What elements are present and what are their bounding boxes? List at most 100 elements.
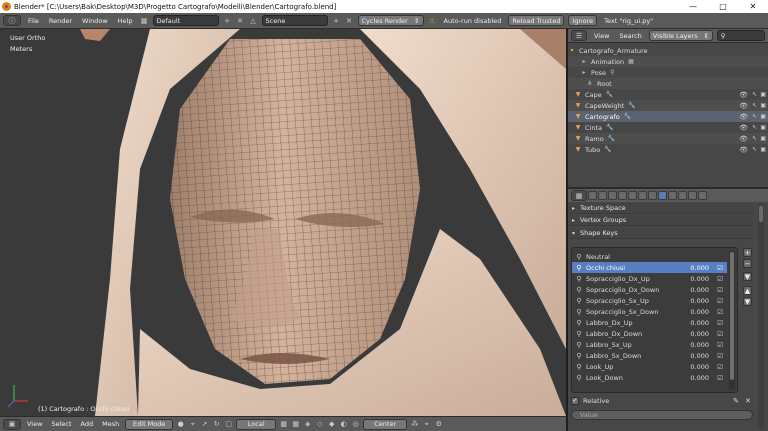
scale-icon[interactable]: ▢	[224, 420, 233, 429]
screen-layout-field[interactable]: Default	[152, 15, 219, 26]
snap-target-icon[interactable]: ⌖	[422, 420, 431, 429]
eye-icon[interactable]: 👁	[739, 102, 748, 110]
tab-object[interactable]	[628, 191, 637, 200]
cursor-icon[interactable]: ↖	[752, 146, 757, 153]
outliner-search-input[interactable]: ⚲	[716, 30, 765, 41]
rotate-icon[interactable]: ↻	[212, 420, 221, 429]
remove-scene-icon[interactable]: ✕	[345, 16, 354, 25]
mute-checkbox-icon[interactable]: ☑	[717, 363, 723, 371]
shape-key-value[interactable]: 0.000	[690, 330, 709, 338]
relative-checkbox[interactable]: ✓	[571, 396, 579, 405]
3d-viewport[interactable]: User Ortho Meters (1) Cartografo : Occhi…	[0, 29, 566, 416]
shape-key-value[interactable]: 0.000	[690, 286, 709, 294]
menu-file[interactable]: File	[25, 17, 42, 25]
eye-icon[interactable]: 👁	[739, 124, 748, 132]
outliner-row[interactable]: ▼ Ramo 🔧 👁 ↖ ▣	[568, 133, 768, 144]
editor-type-3d-button[interactable]: ▣	[3, 418, 21, 430]
mode-dropdown[interactable]: Edit Mode	[125, 418, 174, 430]
shading-solid-icon[interactable]: ●	[176, 420, 185, 429]
close-icon[interactable]: ✕	[738, 0, 768, 13]
outliner-view-menu[interactable]: View	[591, 32, 612, 40]
edge-select-icon[interactable]: ◇	[315, 420, 324, 429]
move-up-button[interactable]: ▲	[743, 286, 752, 295]
minimize-icon[interactable]: —	[678, 0, 708, 13]
panel-vertex-groups[interactable]: ▸ Vertex Groups	[570, 215, 753, 226]
snap-icon[interactable]: ⁂	[410, 420, 419, 429]
menu-mesh[interactable]: Mesh	[99, 420, 122, 428]
outliner-row[interactable]: ▼ Cape 🔧 👁 ↖ ▣	[568, 89, 768, 100]
shape-key-item[interactable]: ⚲ Labbro_Dx_Down 0.000 ☑	[572, 328, 727, 339]
properties-scrollbar[interactable]	[758, 204, 764, 429]
shape-key-value[interactable]: 0.000	[690, 352, 709, 360]
shape-key-item-selected[interactable]: ⚲ Occhi chiusi 0.000 ☑	[572, 262, 727, 273]
clear-icon[interactable]: ✕	[745, 397, 751, 405]
panel-shape-keys[interactable]: ▾ Shape Keys	[570, 228, 753, 239]
tab-modifiers[interactable]	[648, 191, 657, 200]
shape-key-value[interactable]: 0.000	[690, 363, 709, 371]
tab-scene[interactable]	[608, 191, 617, 200]
add-shape-key-button[interactable]: +	[743, 248, 752, 257]
outliner-row[interactable]: ▸ Pose ⚲	[568, 67, 768, 78]
add-scene-icon[interactable]: +	[332, 16, 341, 25]
shape-key-item[interactable]: ⚲ Labbro_Dx_Up 0.000 ☑	[572, 317, 727, 328]
camera-icon[interactable]: ▣	[760, 124, 766, 131]
shape-key-value[interactable]: 0.000	[690, 264, 709, 272]
outliner-search-menu[interactable]: Search	[616, 32, 644, 40]
mute-checkbox-icon[interactable]: ☑	[717, 319, 723, 327]
outliner-row[interactable]: ▾ Cartografo_Armature	[568, 45, 768, 56]
eye-icon[interactable]: 👁	[739, 146, 748, 154]
shape-key-item[interactable]: ⚲ Look_Down 0.000 ☑	[572, 372, 727, 383]
outliner-row-selected[interactable]: ▼ Cartografo 🔧 👁 ↖ ▣	[568, 111, 768, 122]
outliner-row[interactable]: ▼ CapeWeight 🔧 👁 ↖ ▣	[568, 100, 768, 111]
display-mode-dropdown[interactable]: Visible Layers ⇕	[648, 30, 713, 41]
cursor-icon[interactable]: ↖	[752, 113, 757, 120]
cursor-icon[interactable]: ↖	[752, 124, 757, 131]
tab-render[interactable]	[588, 191, 597, 200]
mute-checkbox-icon[interactable]: ☑	[717, 275, 723, 283]
shape-key-item[interactable]: ⚲ Sopracciglio_Dx_Down 0.000 ☑	[572, 284, 727, 295]
cursor-icon[interactable]: ↖	[752, 91, 757, 98]
mute-checkbox-icon[interactable]: ☑	[717, 330, 723, 338]
shape-keys-scrollbar[interactable]	[729, 250, 735, 390]
shape-key-item[interactable]: ⚲ Labbro_Sx_Down 0.000 ☑	[572, 350, 727, 361]
outliner[interactable]: ▾ Cartografo_Armature ▸ Animation ▦ ▸ Pose ⚲ …	[568, 43, 768, 187]
pivot-icon[interactable]: ⌖	[188, 420, 197, 429]
camera-icon[interactable]: ▣	[760, 91, 766, 98]
tab-material[interactable]	[668, 191, 677, 200]
shape-key-item[interactable]: ⚲ Labbro_Sx_Up 0.000 ☑	[572, 339, 727, 350]
outliner-row[interactable]: ▼ Cinta 🔧 👁 ↖ ▣	[568, 122, 768, 133]
eye-icon[interactable]: 👁	[739, 113, 748, 121]
tab-texture[interactable]	[678, 191, 687, 200]
outliner-row[interactable]: ⋔ Root	[568, 78, 768, 89]
eye-icon[interactable]: 👁	[739, 135, 748, 143]
shape-key-value[interactable]: 0.000	[690, 319, 709, 327]
shape-key-item[interactable]: ⚲ Sopracciglio_Dx_Up 0.000 ☑	[572, 273, 727, 284]
menu-view[interactable]: View	[24, 420, 45, 428]
shape-key-value[interactable]: 0.000	[690, 341, 709, 349]
camera-icon[interactable]: ▣	[760, 135, 766, 142]
mute-checkbox-icon[interactable]: ☑	[717, 308, 723, 316]
outliner-type-button[interactable]: ☰	[571, 30, 587, 41]
mute-checkbox-icon[interactable]: ☑	[717, 341, 723, 349]
layers-icon[interactable]: ▦	[279, 420, 288, 429]
pivot-center-dropdown[interactable]: Center	[363, 418, 408, 430]
mute-checkbox-icon[interactable]: ☑	[717, 264, 723, 272]
properties-type-button[interactable]: ▦	[571, 190, 587, 201]
remove-shape-key-button[interactable]: −	[743, 259, 752, 268]
shape-key-item[interactable]: ⚲ Look_Up 0.000 ☑	[572, 361, 727, 372]
move-down-button[interactable]: ▼	[743, 297, 752, 306]
outliner-row[interactable]: ▼ Tubo 🔧 👁 ↖ ▣	[568, 144, 768, 155]
shape-key-item[interactable]: ⚲ Sopracciglio_Sx_Up 0.000 ☑	[572, 295, 727, 306]
menu-window[interactable]: Window	[79, 17, 111, 25]
mute-checkbox-icon[interactable]: ☑	[717, 374, 723, 382]
layers2-icon[interactable]: ▦	[291, 420, 300, 429]
shape-key-value[interactable]: 0.000	[690, 308, 709, 316]
add-layout-icon[interactable]: +	[223, 16, 232, 25]
scene-field[interactable]: Scene	[261, 15, 328, 26]
menu-add[interactable]: Add	[78, 420, 97, 428]
orientation-dropdown[interactable]: Local	[236, 418, 277, 430]
render-preview-icon[interactable]: ⚙	[434, 420, 443, 429]
relative-option[interactable]: ✓ Relative ✎ ✕	[571, 395, 753, 406]
tab-particles[interactable]	[688, 191, 697, 200]
value-slider[interactable]: Value	[571, 410, 753, 420]
